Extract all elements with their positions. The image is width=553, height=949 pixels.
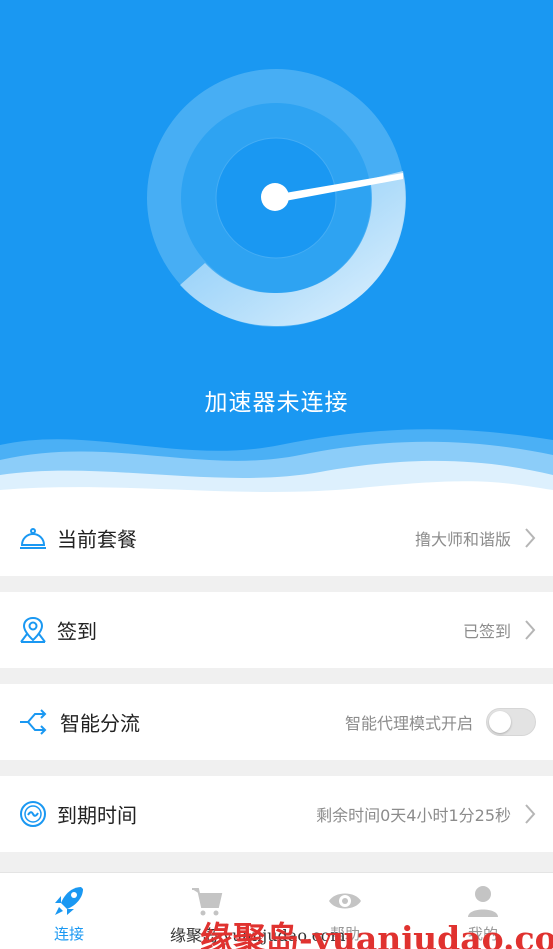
rocket-icon	[55, 887, 83, 915]
chevron-right-icon	[525, 804, 536, 824]
row-check-in[interactable]: 签到 已签到	[0, 592, 553, 668]
watermark-big-text: 缘聚岛-yuanjudao.com	[200, 919, 553, 949]
row-current-plan[interactable]: 当前套餐 撸大师和谐版	[0, 500, 553, 576]
chevron-right-icon	[525, 528, 536, 548]
app-screen: 加速器未连接 当前套餐 撸大师和谐版 签到 已签到 智能分流 智能代理模式开启 …	[0, 0, 553, 949]
row-title: 签到	[57, 619, 97, 644]
watermark: 缘聚岛 yuanjudao.com 缘聚岛-yuanjudao.com	[170, 916, 553, 949]
row-title: 智能分流	[60, 711, 140, 736]
tab-label: 连接	[53, 925, 84, 943]
row-title: 到期时间	[57, 803, 137, 828]
row-value: 撸大师和谐版	[414, 530, 511, 549]
timer-icon	[20, 801, 46, 827]
chevron-right-icon	[525, 620, 536, 640]
row-smart-routing: 智能分流 智能代理模式开启	[0, 684, 553, 760]
wave-decoration	[0, 429, 553, 500]
row-value: 已签到	[462, 622, 511, 641]
row-value: 智能代理模式开启	[344, 714, 473, 733]
row-value: 剩余时间0天4小时1分25秒	[316, 806, 511, 825]
smart-proxy-toggle[interactable]	[486, 708, 536, 736]
connect-dial-button[interactable]	[145, 67, 407, 329]
row-expiry-time[interactable]: 到期时间 剩余时间0天4小时1分25秒	[0, 776, 553, 852]
connection-hero: 加速器未连接	[0, 0, 553, 500]
connection-status-text: 加速器未连接	[204, 390, 349, 416]
toggle-knob	[489, 711, 511, 733]
tab-connect[interactable]: 连接	[0, 873, 138, 949]
map-pin-icon	[20, 616, 46, 643]
row-title: 当前套餐	[57, 527, 137, 552]
split-arrows-icon	[20, 709, 47, 735]
bell-icon	[20, 528, 46, 549]
